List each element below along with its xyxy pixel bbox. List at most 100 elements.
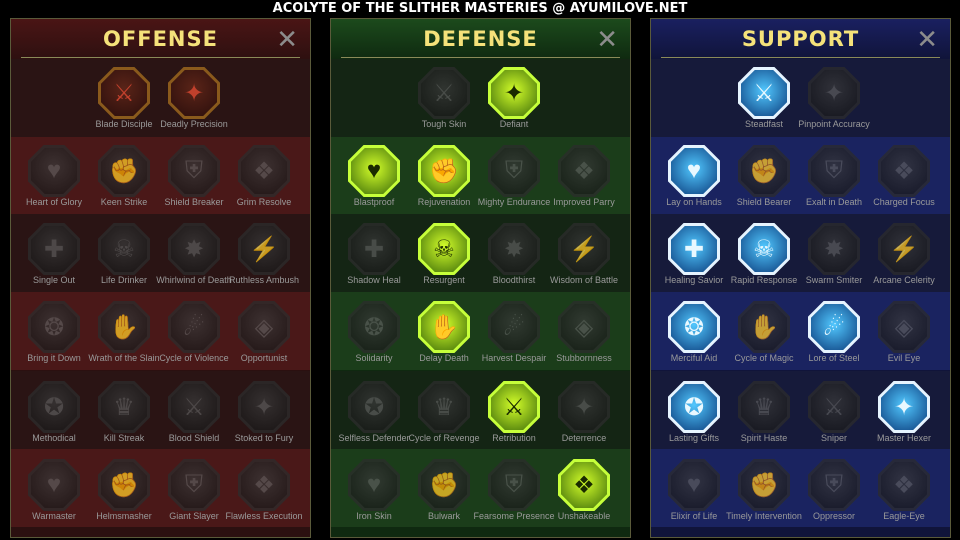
retribution-icon: ⚔ bbox=[491, 384, 537, 430]
mastery-blastproof[interactable]: ♥ Blastproof bbox=[339, 141, 409, 219]
mastery-mighty-endurance[interactable]: ⛨ Mighty Endurance bbox=[478, 141, 550, 219]
opportunist-icon: ◈ bbox=[241, 304, 287, 350]
mastery-oppressor[interactable]: ⛨ Oppressor bbox=[799, 455, 869, 533]
mastery-merciful-aid[interactable]: ❂ Merciful Aid bbox=[659, 297, 729, 375]
mastery-heart-of-glory[interactable]: ♥ Heart of Glory bbox=[19, 141, 89, 219]
mastery-arcane-celerity[interactable]: ⚡ Arcane Celerity bbox=[869, 219, 939, 297]
close-icon[interactable]: ✕ bbox=[596, 26, 618, 52]
mastery-spirit-haste[interactable]: ♛ Spirit Haste bbox=[729, 377, 799, 455]
blastproof-icon: ♥ bbox=[351, 148, 397, 194]
mastery-eagle-eye[interactable]: ❖ Eagle-Eye bbox=[869, 455, 939, 533]
mastery-warmaster[interactable]: ♥ Warmaster bbox=[19, 455, 89, 533]
mastery-rapid-response[interactable]: ☠ Rapid Response bbox=[729, 219, 799, 297]
mastery-frame: ✚ bbox=[28, 223, 80, 275]
mastery-label: Unshakeable bbox=[557, 511, 611, 521]
mastery-single-out[interactable]: ✚ Single Out bbox=[19, 219, 89, 297]
mastery-selfless-defender[interactable]: ✪ Selfless Defender bbox=[338, 377, 410, 455]
mastery-frame: ♥ bbox=[348, 459, 400, 511]
mastery-unshakeable[interactable]: ❖ Unshakeable bbox=[549, 455, 619, 533]
single-out-icon: ✚ bbox=[31, 226, 77, 272]
mastery-swarm-smiter[interactable]: ✸ Swarm Smiter bbox=[799, 219, 869, 297]
mastery-tough-skin[interactable]: ⚔ Tough Skin bbox=[409, 63, 479, 141]
mastery-blood-shield[interactable]: ⚔ Blood Shield bbox=[159, 377, 229, 455]
mastery-cycle-of-revenge[interactable]: ♛ Cycle of Revenge bbox=[408, 377, 480, 455]
mastery-wrath-of-the-slain[interactable]: ✋ Wrath of the Slain bbox=[88, 297, 160, 375]
mastery-frame: ✪ bbox=[28, 381, 80, 433]
mastery-label: Ruthless Ambush bbox=[228, 275, 300, 285]
mastery-label: Grim Resolve bbox=[236, 197, 292, 207]
mastery-grim-resolve[interactable]: ❖ Grim Resolve bbox=[229, 141, 299, 219]
mastery-shield-bearer[interactable]: ✊ Shield Bearer bbox=[729, 141, 799, 219]
support-panel: SUPPORT ✕ ⚔ Steadfast ✦ Pinpoint Accuracy ♥ L… bbox=[650, 18, 951, 538]
mastery-giant-slayer[interactable]: ⛨ Giant Slayer bbox=[159, 455, 229, 533]
mastery-timely-intervention[interactable]: ✊ Timely Intervention bbox=[726, 455, 802, 533]
wisdom-of-battle-icon: ⚡ bbox=[561, 226, 607, 272]
mastery-rejuvenation[interactable]: ✊ Rejuvenation bbox=[409, 141, 479, 219]
mastery-flawless-execution[interactable]: ❖ Flawless Execution bbox=[225, 455, 303, 533]
mastery-label: Charged Focus bbox=[873, 197, 935, 207]
mastery-frame: ❖ bbox=[878, 459, 930, 511]
mastery-shield-breaker[interactable]: ⛨ Shield Breaker bbox=[159, 141, 229, 219]
mastery-harvest-despair[interactable]: ☄ Harvest Despair bbox=[479, 297, 549, 375]
mastery-stubbornness[interactable]: ◈ Stubbornness bbox=[549, 297, 619, 375]
mastery-methodical[interactable]: ✪ Methodical bbox=[19, 377, 89, 455]
mastery-fearsome-presence[interactable]: ⛨ Fearsome Presence bbox=[473, 455, 555, 533]
mastery-elixir-of-life[interactable]: ♥ Elixir of Life bbox=[659, 455, 729, 533]
exalt-in-death-icon: ⛨ bbox=[811, 148, 857, 194]
mastery-frame: ⚡ bbox=[238, 223, 290, 275]
mastery-wisdom-of-battle[interactable]: ⚡ Wisdom of Battle bbox=[549, 219, 619, 297]
mastery-lore-of-steel[interactable]: ☄ Lore of Steel bbox=[799, 297, 869, 375]
mastery-lasting-gifts[interactable]: ✪ Lasting Gifts bbox=[659, 377, 729, 455]
mastery-whirlwind-of-death[interactable]: ✸ Whirlwind of Death bbox=[156, 219, 232, 297]
mastery-life-drinker[interactable]: ☠ Life Drinker bbox=[89, 219, 159, 297]
mastery-cycle-of-violence[interactable]: ☄ Cycle of Violence bbox=[159, 297, 229, 375]
mastery-evil-eye[interactable]: ◈ Evil Eye bbox=[869, 297, 939, 375]
mastery-pinpoint-accuracy[interactable]: ✦ Pinpoint Accuracy bbox=[798, 63, 870, 141]
mastery-stoked-to-fury[interactable]: ✦ Stoked to Fury bbox=[229, 377, 299, 455]
mastery-charged-focus[interactable]: ❖ Charged Focus bbox=[869, 141, 939, 219]
mastery-frame: ✚ bbox=[668, 223, 720, 275]
mastery-frame: ⚔ bbox=[98, 67, 150, 119]
mastery-frame: ⛨ bbox=[168, 459, 220, 511]
giant-slayer-icon: ⛨ bbox=[171, 462, 217, 508]
close-icon[interactable]: ✕ bbox=[916, 26, 938, 52]
mastery-steadfast[interactable]: ⚔ Steadfast bbox=[729, 63, 799, 141]
mastery-bring-it-down[interactable]: ❂ Bring it Down bbox=[19, 297, 89, 375]
mastery-frame: ☠ bbox=[738, 223, 790, 275]
mastery-frame: ⚡ bbox=[878, 223, 930, 275]
mastery-bloodthirst[interactable]: ✸ Bloodthirst bbox=[479, 219, 549, 297]
mastery-blade-disciple[interactable]: ⚔ Blade Disciple bbox=[89, 63, 159, 141]
mastery-healing-savior[interactable]: ✚ Healing Savior bbox=[659, 219, 729, 297]
mastery-shadow-heal[interactable]: ✚ Shadow Heal bbox=[339, 219, 409, 297]
mastery-opportunist[interactable]: ◈ Opportunist bbox=[229, 297, 299, 375]
mastery-delay-death[interactable]: ✋ Delay Death bbox=[409, 297, 479, 375]
mastery-sniper[interactable]: ⚔ Sniper bbox=[799, 377, 869, 455]
delay-death-icon: ✋ bbox=[421, 304, 467, 350]
mastery-helmsmasher[interactable]: ✊ Helmsmasher bbox=[89, 455, 159, 533]
close-icon[interactable]: ✕ bbox=[276, 26, 298, 52]
mastery-frame: ☠ bbox=[418, 223, 470, 275]
mastery-deterrence[interactable]: ✦ Deterrence bbox=[549, 377, 619, 455]
mastery-frame: ⚔ bbox=[488, 381, 540, 433]
mastery-defiant[interactable]: ✦ Defiant bbox=[479, 63, 549, 141]
mastery-keen-strike[interactable]: ✊ Keen Strike bbox=[89, 141, 159, 219]
selfless-defender-icon: ✪ bbox=[351, 384, 397, 430]
mastery-master-hexer[interactable]: ✦ Master Hexer bbox=[869, 377, 939, 455]
wrath-of-the-slain-icon: ✋ bbox=[101, 304, 147, 350]
mastery-ruthless-ambush[interactable]: ⚡ Ruthless Ambush bbox=[229, 219, 299, 297]
mastery-deadly-precision[interactable]: ✦ Deadly Precision bbox=[159, 63, 229, 141]
mastery-cycle-of-magic[interactable]: ✋ Cycle of Magic bbox=[729, 297, 799, 375]
mastery-frame: ⚔ bbox=[168, 381, 220, 433]
mastery-iron-skin[interactable]: ♥ Iron Skin bbox=[339, 455, 409, 533]
mastery-frame: ♥ bbox=[28, 459, 80, 511]
mastery-frame: ✸ bbox=[488, 223, 540, 275]
mastery-bulwark[interactable]: ✊ Bulwark bbox=[409, 455, 479, 533]
mastery-solidarity[interactable]: ❂ Solidarity bbox=[339, 297, 409, 375]
mastery-resurgent[interactable]: ☠ Resurgent bbox=[409, 219, 479, 297]
mastery-frame: ✋ bbox=[418, 301, 470, 353]
mastery-kill-streak[interactable]: ♛ Kill Streak bbox=[89, 377, 159, 455]
mastery-lay-on-hands[interactable]: ♥ Lay on Hands bbox=[659, 141, 729, 219]
mastery-retribution[interactable]: ⚔ Retribution bbox=[479, 377, 549, 455]
mastery-exalt-in-death[interactable]: ⛨ Exalt in Death bbox=[799, 141, 869, 219]
mastery-improved-parry[interactable]: ❖ Improved Parry bbox=[549, 141, 619, 219]
